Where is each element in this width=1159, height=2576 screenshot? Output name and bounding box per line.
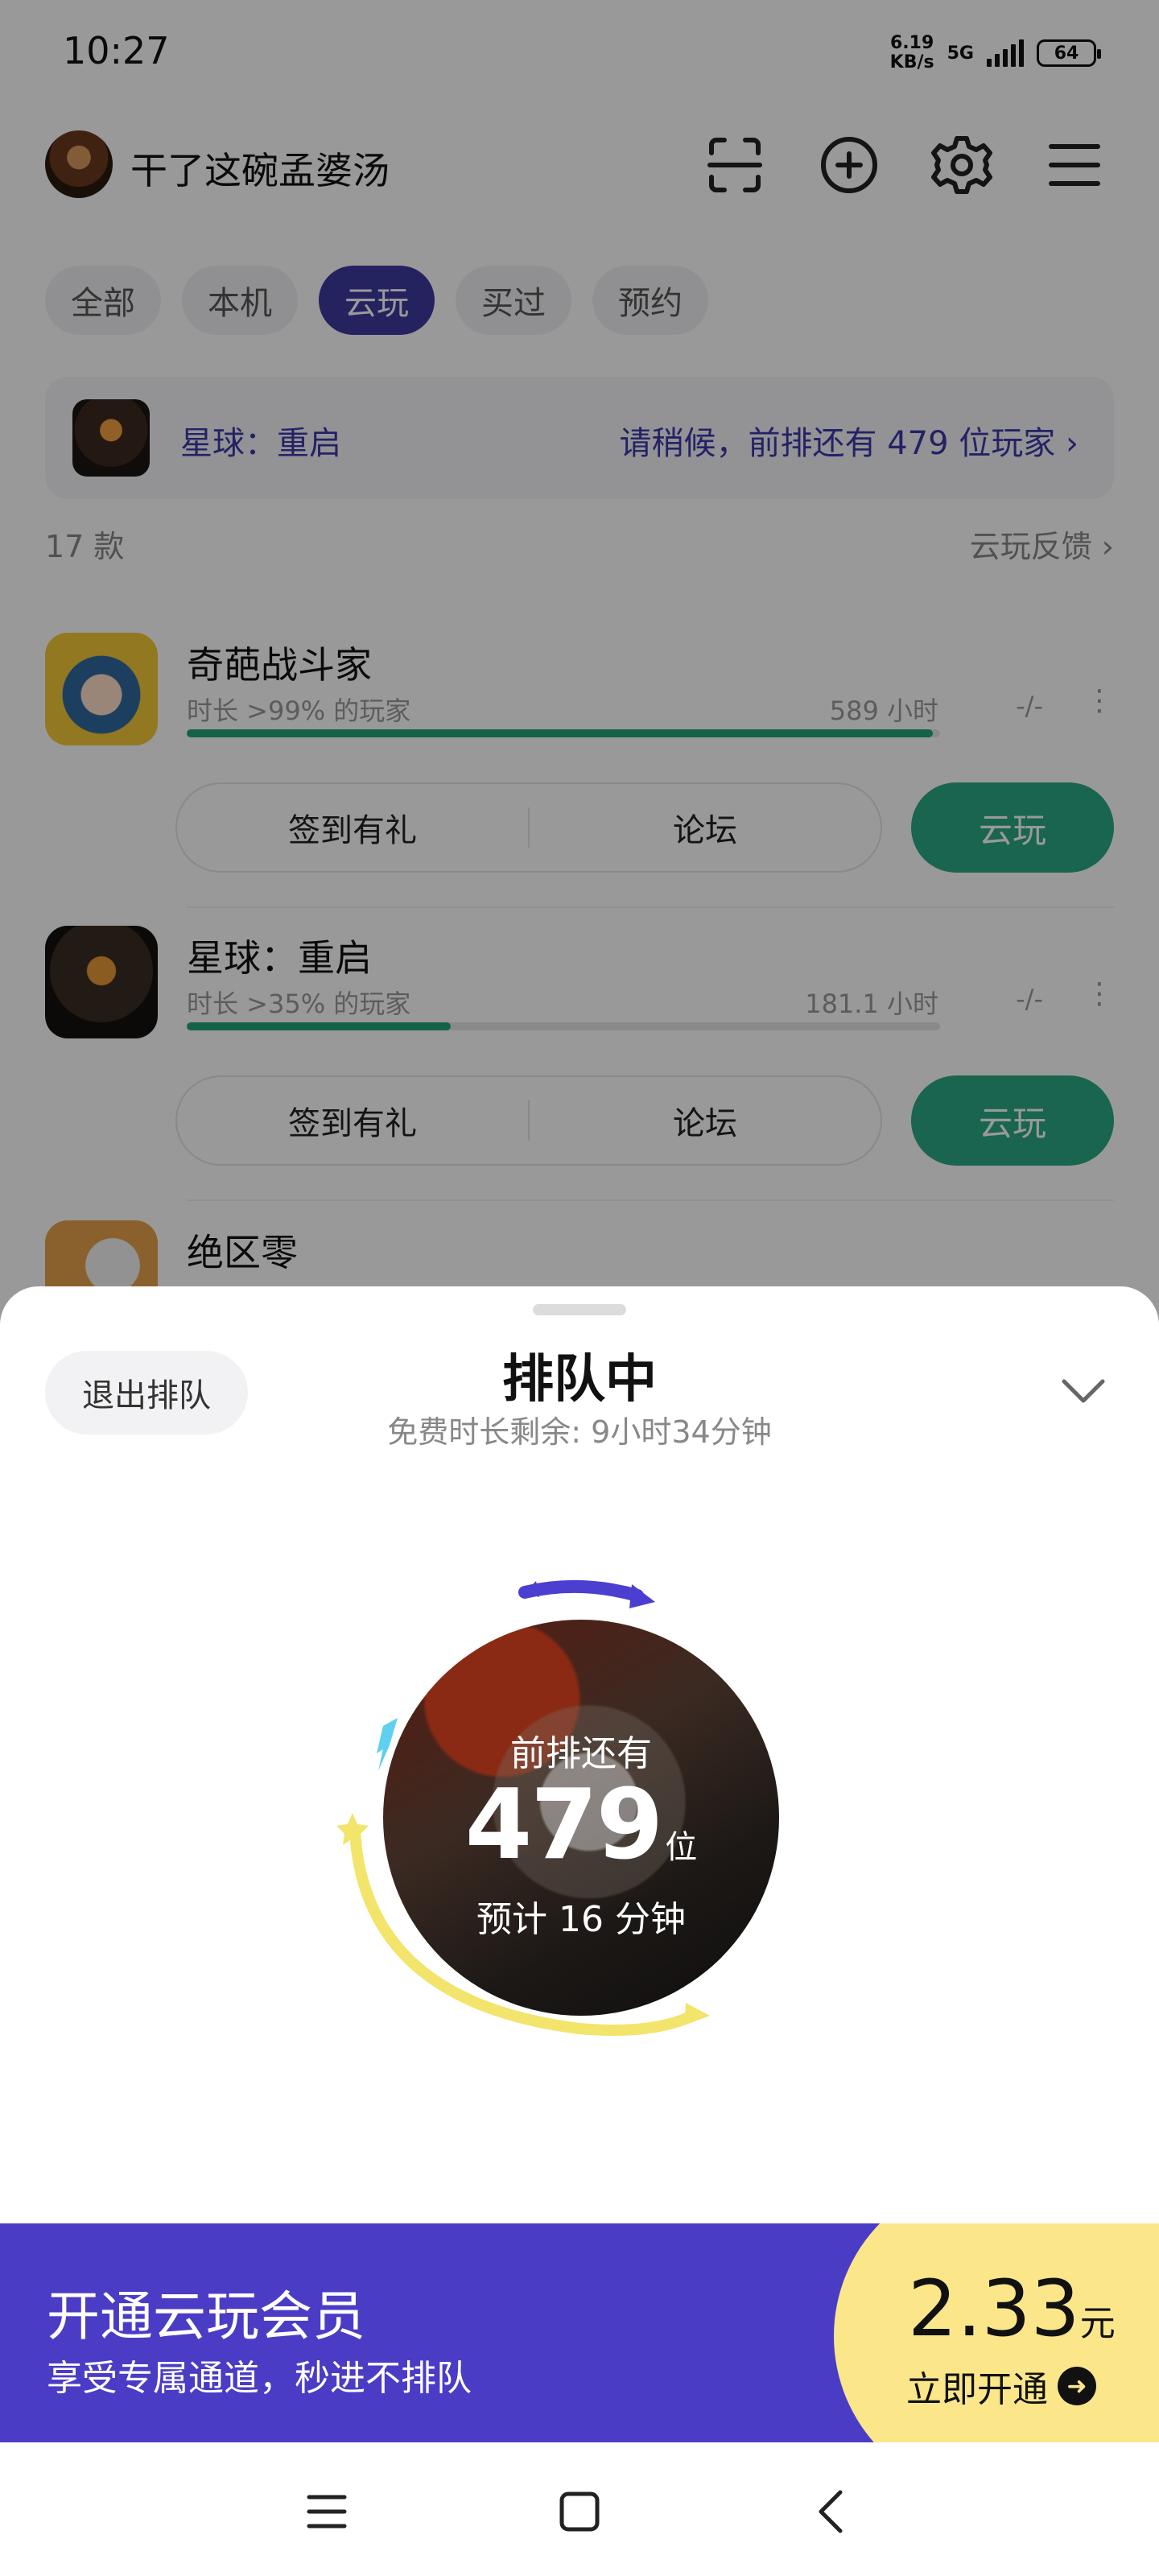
sheet-title: 排队中 <box>502 1350 657 1410</box>
arrow-right-icon: ➜ <box>1058 2367 1096 2405</box>
game-artwork-disc: 前排还有 479 位 预计 16 分钟 <box>383 1620 779 2016</box>
home-icon[interactable] <box>555 2487 604 2536</box>
queue-indicator: 前排还有 479 位 预计 16 分钟 <box>314 1552 845 2083</box>
drag-handle[interactable] <box>533 1304 626 1315</box>
vip-description: 享受专属通道，秒进不排队 <box>47 2358 472 2399</box>
system-nav-bar <box>0 2442 1159 2576</box>
queue-eta: 预计 16 分钟 <box>476 1899 686 1940</box>
free-time-remaining: 免费时长剩余: 9小时34分钟 <box>387 1414 772 1450</box>
vip-promo-banner[interactable]: 开通云玩会员 享受专属通道，秒进不排队 2.33元 立即开通 ➜ <box>0 2223 1159 2442</box>
queue-number: 479 <box>464 1769 663 1881</box>
vip-price: 2.33元 <box>908 2264 1116 2354</box>
queue-unit: 位 <box>665 1829 698 1866</box>
vip-title: 开通云玩会员 <box>47 2285 365 2347</box>
recent-apps-icon[interactable] <box>303 2487 351 2536</box>
queue-bottom-sheet: 退出排队 排队中 免费时长剩余: 9小时34分钟 前排还有 479 位 预计 16… <box>0 1286 1159 2576</box>
activate-vip-button[interactable]: 立即开通 ➜ <box>906 2360 1096 2412</box>
vip-price-value: 2.33 <box>908 2264 1080 2354</box>
chevron-down-icon[interactable] <box>1059 1375 1107 1407</box>
queue-label: 前排还有 <box>510 1733 652 1774</box>
back-icon[interactable] <box>808 2487 856 2536</box>
vip-price-unit: 元 <box>1079 2303 1116 2344</box>
queue-position: 479 位 <box>383 1769 779 1881</box>
